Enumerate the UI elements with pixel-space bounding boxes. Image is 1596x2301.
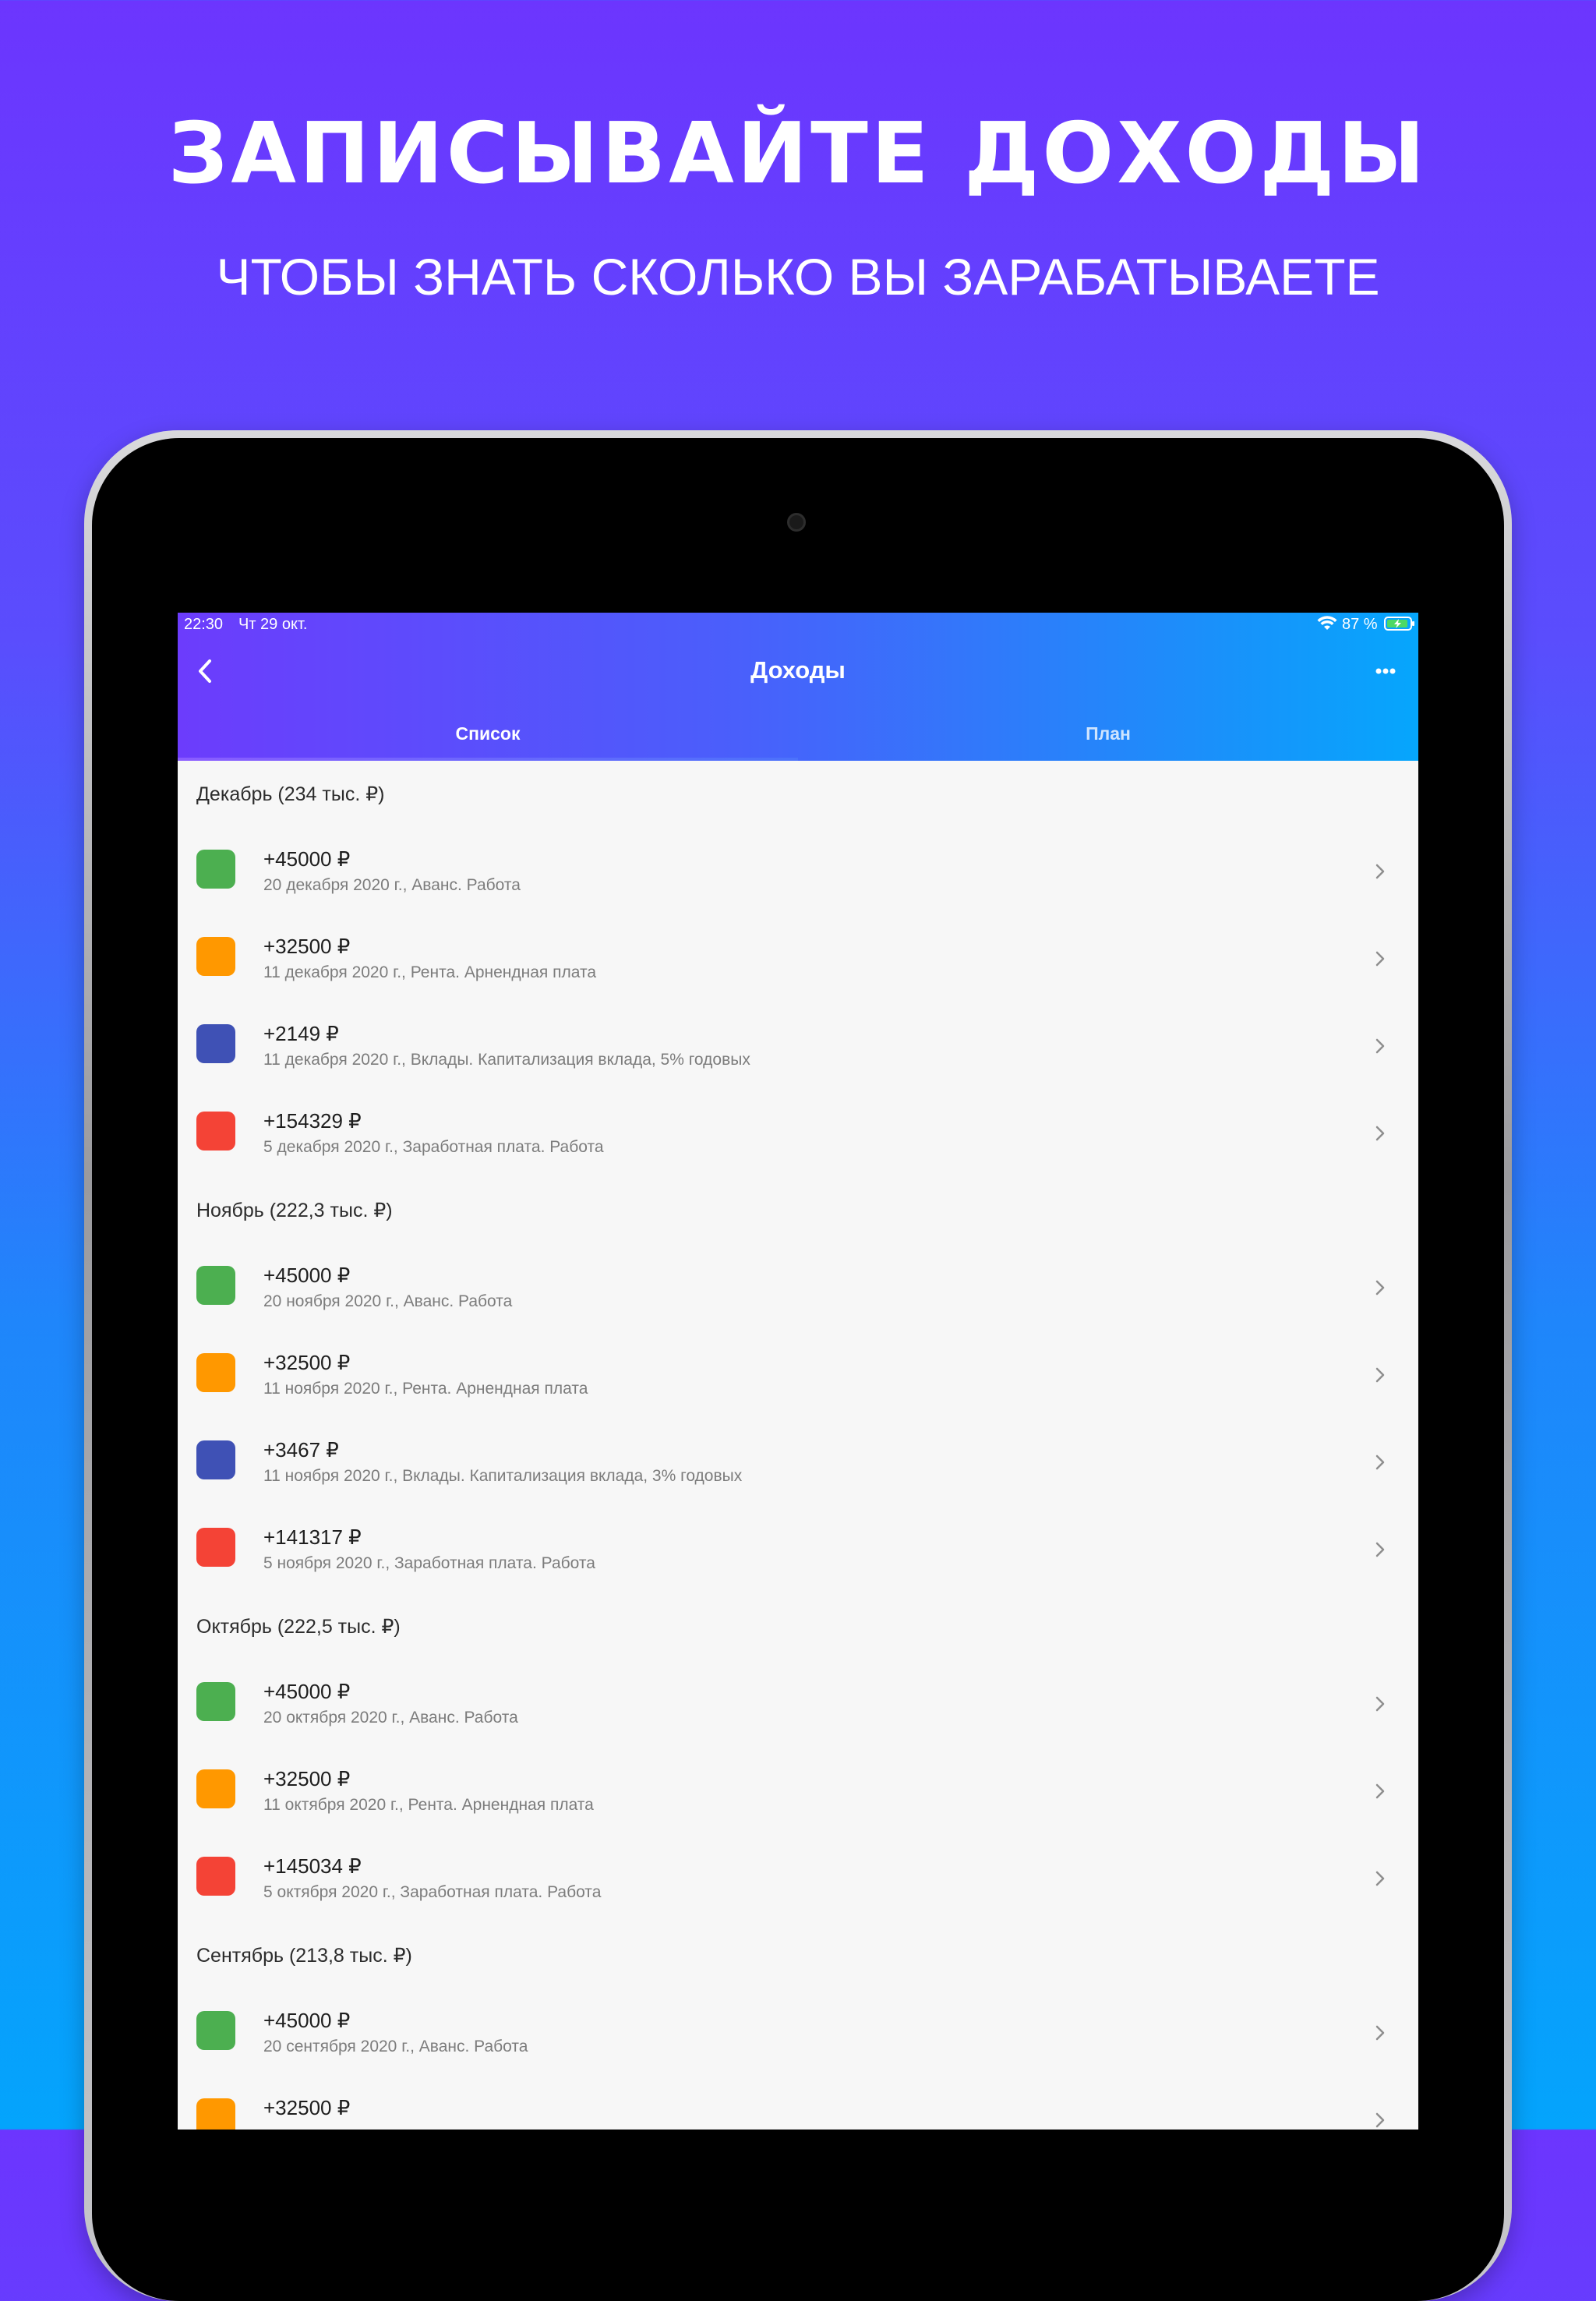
month-section-header: Ноябрь (222,3 тыс. ₽)	[196, 1200, 393, 1221]
category-color-swatch	[196, 1769, 235, 1808]
tab-list[interactable]: Список	[178, 718, 798, 761]
wifi-icon	[1317, 616, 1337, 630]
income-details: 11 декабря 2020 г., Вклады. Капитализаци…	[263, 1051, 750, 1069]
income-row[interactable]: +32500 ₽ 11 октября 2020 г., Рента. Арнен…	[178, 1748, 1418, 1835]
category-color-swatch	[196, 1857, 235, 1896]
tab-plan[interactable]: План	[798, 718, 1418, 761]
income-row[interactable]: +32500 ₽ 11 декабря 2020 г., Рента. Арнен…	[178, 915, 1418, 1002]
income-details: 20 октября 2020 г., Аванс. Работа	[263, 1709, 518, 1727]
chevron-right-icon	[1375, 1454, 1385, 1470]
chevron-right-icon	[1375, 951, 1385, 967]
chevron-right-icon	[1375, 1696, 1385, 1712]
income-details: 20 декабря 2020 г., Аванс. Работа	[263, 876, 521, 894]
income-details: 5 декабря 2020 г., Заработная плата. Раб…	[263, 1138, 604, 1156]
income-amount: +32500 ₽	[263, 935, 351, 958]
income-details: 20 сентября 2020 г., Аванс. Работа	[263, 2038, 528, 2055]
battery-percent: 87 %	[1342, 616, 1378, 633]
category-color-swatch	[196, 2011, 235, 2050]
income-amount: +145034 ₽	[263, 1854, 362, 1878]
income-row[interactable]: +145034 ₽ 5 октября 2020 г., Заработная п…	[178, 1835, 1418, 1922]
camera-icon	[787, 513, 806, 532]
app-screen: 22:30 Чт 29 окт. 87 % Доходы Список План…	[178, 613, 1418, 2130]
chevron-right-icon	[1375, 1783, 1385, 1799]
promo-subtitle: ЧТОБЫ ЗНАТЬ СКОЛЬКО ВЫ ЗАРАБАТЫВАЕТЕ	[216, 248, 1380, 306]
more-options-button[interactable]	[1370, 659, 1401, 683]
category-color-swatch	[196, 2098, 235, 2130]
status-date: Чт 29 окт.	[238, 616, 308, 633]
income-row[interactable]: +45000 ₽ 20 октября 2020 г., Аванс. Работ…	[178, 1660, 1418, 1748]
chevron-right-icon	[1375, 2112, 1385, 2128]
chevron-right-icon	[1375, 864, 1385, 879]
income-row[interactable]: +141317 ₽ 5 ноября 2020 г., Заработная пл…	[178, 1506, 1418, 1593]
income-amount: +45000 ₽	[263, 1680, 351, 1703]
income-list: Декабрь (234 тыс. ₽) +45000 ₽ 20 декабря 2…	[178, 761, 1418, 2130]
page-title: Доходы	[750, 656, 846, 684]
category-color-swatch	[196, 850, 235, 889]
category-color-swatch	[196, 1353, 235, 1392]
income-row[interactable]: +45000 ₽ 20 ноября 2020 г., Аванс. Работа	[178, 1244, 1418, 1331]
income-amount: +45000 ₽	[263, 847, 351, 871]
category-color-swatch	[196, 1112, 235, 1150]
month-section-header: Сентябрь (213,8 тыс. ₽)	[196, 1945, 412, 1967]
chevron-right-icon	[1375, 1126, 1385, 1141]
income-row[interactable]: +45000 ₽ 20 декабря 2020 г., Аванс. Работ…	[178, 828, 1418, 915]
income-amount: +45000 ₽	[263, 1264, 351, 1287]
income-amount: +2149 ₽	[263, 1022, 339, 1045]
income-row[interactable]: +45000 ₽ 20 сентября 2020 г., Аванс. Рабо…	[178, 1989, 1418, 2077]
chevron-right-icon	[1375, 1280, 1385, 1295]
status-time: 22:30	[184, 616, 224, 633]
income-row[interactable]: +2149 ₽ 11 декабря 2020 г., Вклады. Капит…	[178, 1002, 1418, 1090]
month-section-header: Декабрь (234 тыс. ₽)	[196, 783, 385, 805]
category-color-swatch	[196, 1528, 235, 1567]
category-color-swatch	[196, 937, 235, 976]
income-amount: +32500 ₽	[263, 2096, 351, 2119]
promo-title: ЗАПИСЫВАЙТЕ ДОХОДЫ	[168, 105, 1428, 203]
category-color-swatch	[196, 1024, 235, 1063]
income-amount: +154329 ₽	[263, 1109, 362, 1133]
category-color-swatch	[196, 1440, 235, 1479]
chevron-right-icon	[1375, 2025, 1385, 2041]
income-row[interactable]: +32500 ₽	[178, 2077, 1418, 2130]
income-row[interactable]: +154329 ₽ 5 декабря 2020 г., Заработная п…	[178, 1090, 1418, 1177]
income-row[interactable]: +3467 ₽ 11 ноября 2020 г., Вклады. Капита…	[178, 1419, 1418, 1506]
income-amount: +32500 ₽	[263, 1351, 351, 1374]
income-amount: +45000 ₽	[263, 2009, 351, 2032]
income-row[interactable]: +32500 ₽ 11 ноября 2020 г., Рента. Арненд…	[178, 1331, 1418, 1419]
income-amount: +141317 ₽	[263, 1525, 362, 1549]
chevron-right-icon	[1375, 1038, 1385, 1054]
income-details: 5 октября 2020 г., Заработная плата. Раб…	[263, 1883, 602, 1901]
income-amount: +32500 ₽	[263, 1767, 351, 1790]
income-details: 5 ноября 2020 г., Заработная плата. Рабо…	[263, 1554, 595, 1572]
income-details: 11 ноября 2020 г., Рента. Арнендная плат…	[263, 1380, 588, 1398]
chevron-right-icon	[1375, 1871, 1385, 1886]
month-section-header: Октябрь (222,5 тыс. ₽)	[196, 1616, 401, 1638]
category-color-swatch	[196, 1266, 235, 1305]
income-amount: +3467 ₽	[263, 1438, 339, 1462]
app-header: 22:30 Чт 29 окт. 87 % Доходы Список План	[178, 613, 1418, 761]
chevron-right-icon	[1375, 1542, 1385, 1557]
income-details: 11 декабря 2020 г., Рента. Арнендная пла…	[263, 963, 597, 981]
battery-charging-icon	[1384, 617, 1414, 631]
income-details: 20 ноября 2020 г., Аванс. Работа	[263, 1292, 513, 1310]
category-color-swatch	[196, 1682, 235, 1721]
income-details: 11 ноября 2020 г., Вклады. Капитализация…	[263, 1467, 743, 1485]
income-details: 11 октября 2020 г., Рента. Арнендная пла…	[263, 1796, 594, 1814]
chevron-right-icon	[1375, 1367, 1385, 1383]
